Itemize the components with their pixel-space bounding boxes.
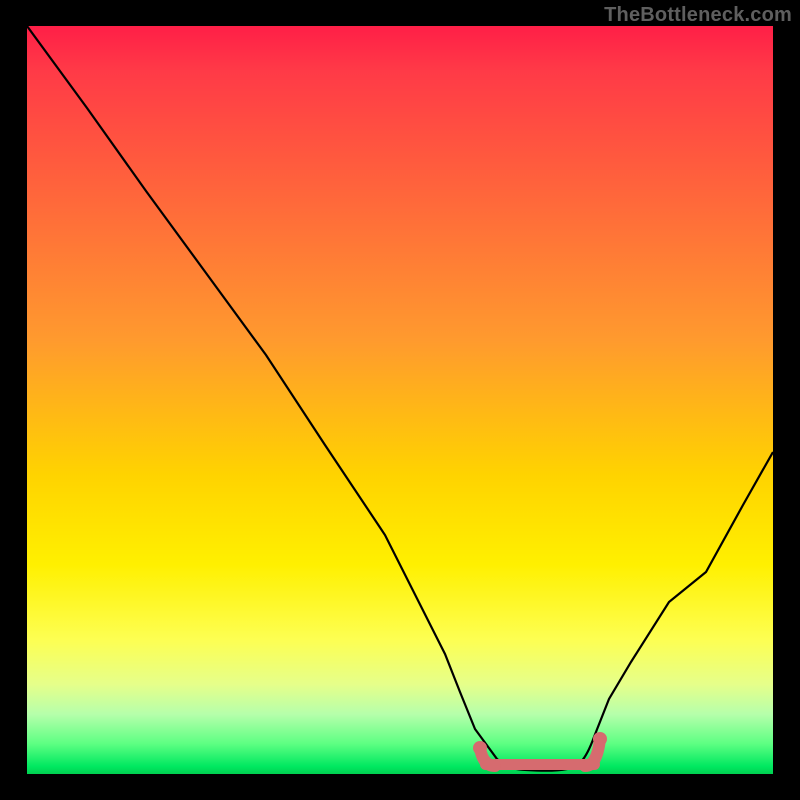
chart-plot-area xyxy=(27,26,773,774)
chart-frame: TheBottleneck.com xyxy=(0,0,800,800)
watermark-text: TheBottleneck.com xyxy=(604,4,792,27)
